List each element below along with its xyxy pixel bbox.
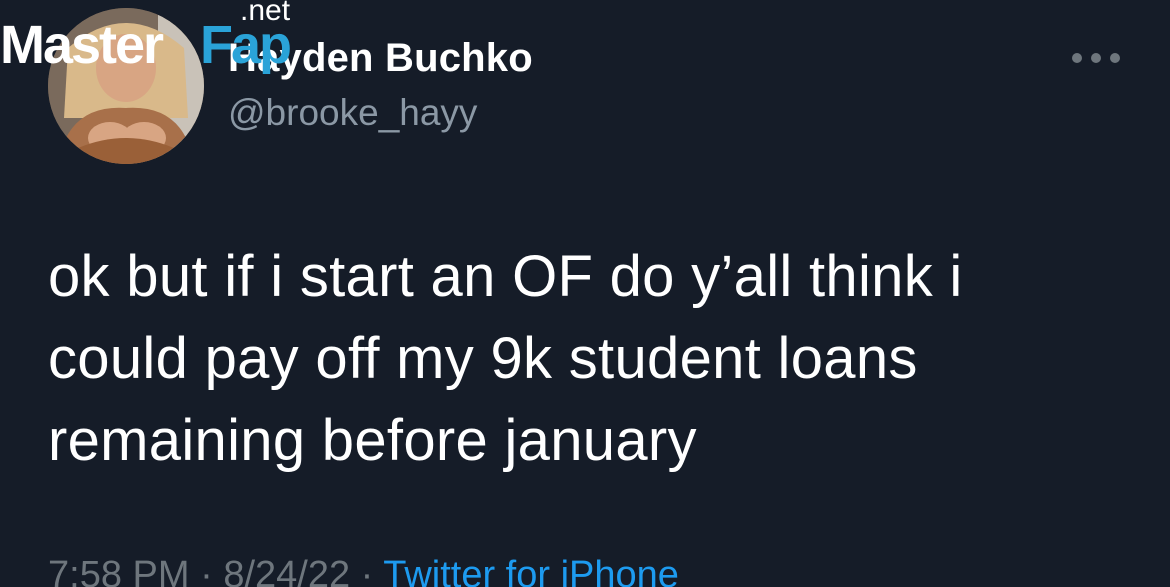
tweet-source-link[interactable]: Twitter for iPhone [383, 554, 679, 587]
user-handle[interactable]: @brooke_hayy [228, 92, 477, 134]
more-options-icon[interactable] [1072, 50, 1120, 66]
tweet-text-line: remaining before january [48, 408, 697, 473]
watermark-text-master: Master [0, 15, 164, 75]
tweet-time[interactable]: 7:58 PM [48, 554, 190, 587]
watermark-logo: Master Fap .net [0, 0, 310, 80]
meta-separator: · [189, 554, 224, 587]
tweet-card: Hayden Buchko @brooke_hayy ok but if i s… [0, 0, 1170, 587]
tweet-text-line: could pay off my 9k student loans [48, 326, 918, 391]
more-dot [1091, 53, 1101, 63]
tweet-text-line: ok but if i start an OF do y’all think i [48, 244, 963, 309]
meta-separator: · [350, 554, 384, 587]
tweet-text: ok but if i start an OF do y’all think i… [48, 236, 1128, 482]
tweet-meta: 7:58 PM · 8/24/22 · Twitter for iPhone [48, 554, 679, 587]
more-dot [1110, 53, 1120, 63]
tweet-date[interactable]: 8/24/22 [223, 554, 350, 587]
more-dot [1072, 53, 1082, 63]
watermark-text-net: .net [240, 0, 291, 27]
